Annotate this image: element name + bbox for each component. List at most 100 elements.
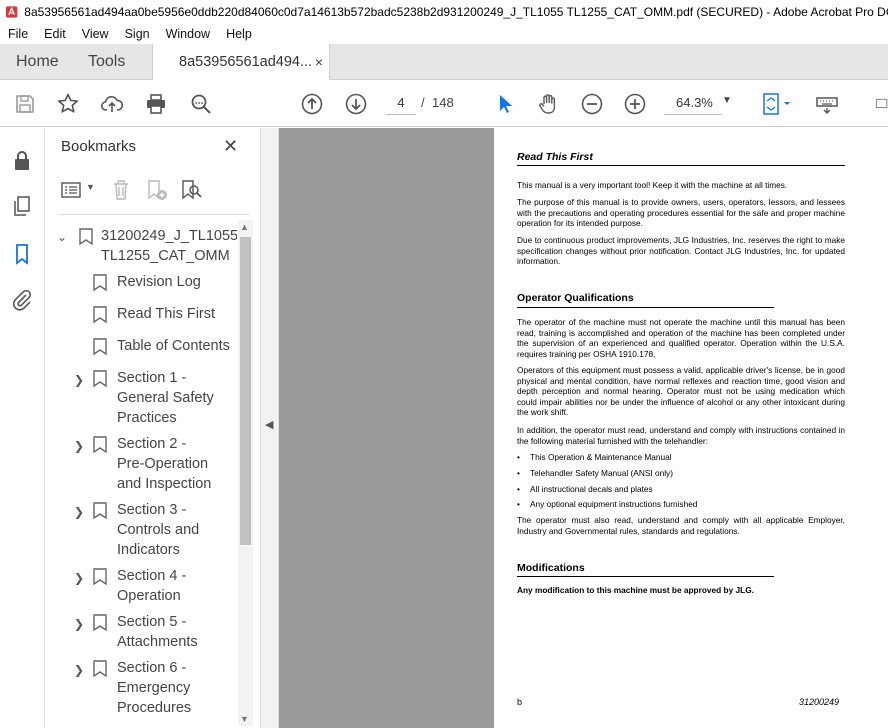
attachment-icon[interactable] [10,288,34,312]
paragraph: The operator must also read, understand … [517,515,845,536]
bookmark-icon [93,502,107,519]
bookmark-label: Read This First [117,306,216,322]
tab-tools[interactable]: Tools [88,44,125,80]
paragraph: This manual is a very important tool! Ke… [517,180,788,190]
bookmark-icon [93,614,107,631]
tab-home[interactable]: Home [16,44,59,80]
heading-rule [517,165,845,166]
next-page-icon[interactable] [343,91,369,117]
chevron-right-icon[interactable]: ❯ [74,502,84,522]
zoom-dropdown-icon[interactable]: ▼ [722,95,732,106]
bookmark-label: Section 3 - Controls and Indicators [117,502,200,558]
menu-help[interactable]: Help [218,27,260,41]
chevron-right-icon[interactable]: ❯ [74,614,84,634]
paragraph: The purpose of this manual is to provide… [517,197,845,228]
tab-document[interactable]: 8a53956561ad494... × [152,44,330,81]
keyboard-icon[interactable] [814,91,840,117]
page-total: 148 [432,95,454,110]
pages-thumbnail-icon[interactable] [10,194,34,218]
bookmark-section-2[interactable]: ❯ Section 2 - Pre-Operation and Inspecti… [45,434,237,496]
bookmark-star-icon[interactable] [55,91,81,117]
navigation-rail [0,128,45,728]
chevron-right-icon[interactable]: ❯ [74,568,84,588]
paragraph: Operators of this equipment must possess… [517,365,845,417]
zoom-level-input[interactable] [664,91,722,115]
bookmarks-toolbar: ▼ [59,176,249,204]
chevron-down-icon[interactable]: ⌄ [57,227,67,247]
heading-operator-qualifications: Operator Qualifications [517,292,634,304]
zoom-out-icon[interactable] [579,91,605,117]
paragraph: Any modification to this machine must be… [517,585,754,595]
paragraph: In addition, the operator must read, und… [517,425,845,446]
heading-rule [517,307,774,308]
zoom-search-icon[interactable] [188,91,214,117]
bookmark-section-4[interactable]: ❯ Section 4 - Operation [45,566,237,608]
bookmark-section-6[interactable]: ❯ Section 6 - Emergency Procedures [45,658,237,720]
bookmark-read-this-first[interactable]: Read This First [45,304,237,326]
bookmarks-panel-icon[interactable] [10,242,34,266]
upload-cloud-icon[interactable] [99,91,125,117]
page-number-input[interactable] [386,91,416,115]
bookmarks-panel: Bookmarks ✕ ▼ ⌄ 31200249_J_TL1055 TL1255… [45,128,260,728]
bookmark-table-of-contents[interactable]: Table of Contents [45,336,237,358]
page-footer-left: b [517,697,523,707]
window-title: 8a53956561ad494aa0be5956e0ddb220d84060c0… [24,5,888,19]
save-icon[interactable] [12,91,38,117]
menu-file[interactable]: File [0,27,36,41]
chevron-right-icon[interactable]: ❯ [74,370,84,390]
bookmark-icon [93,370,107,387]
bookmark-label: Section 5 - Attachments [117,614,198,650]
close-panel-icon[interactable]: ✕ [223,136,238,157]
bookmark-label: Revision Log [117,274,201,290]
menu-view[interactable]: View [74,27,117,41]
page-separator: / [421,95,425,110]
scrollbar-thumb[interactable] [240,237,251,545]
select-cursor-icon[interactable] [492,91,518,117]
chevron-right-icon[interactable]: ❯ [74,660,84,680]
lock-icon[interactable] [10,148,34,172]
bookmark-section-1[interactable]: ❯ Section 1 - General Safety Practices [45,368,237,430]
pdf-page: Read This First This manual is a very im… [494,128,888,728]
menu-sign[interactable]: Sign [117,27,158,41]
bookmark-icon [93,660,107,677]
bookmarks-panel-title: Bookmarks [61,138,137,155]
zoom-in-icon[interactable] [622,91,648,117]
chevron-right-icon[interactable]: ❯ [74,436,84,456]
paragraph: Due to continuous product improvements, … [517,235,845,266]
menu-window[interactable]: Window [158,27,218,41]
fit-page-icon[interactable] [757,91,797,117]
bookmark-label: Section 6 - Emergency Procedures [117,660,192,716]
bullet-item: Any optional equipment instructions furn… [517,499,697,510]
options-dropdown-icon[interactable]: ▼ [86,182,95,192]
toolbar-divider [59,214,249,215]
scroll-up-icon[interactable]: ▲ [240,222,249,232]
document-viewport[interactable]: Read This First This manual is a very im… [279,128,888,728]
bookmark-label: Table of Contents [117,338,230,354]
bookmarks-scrollbar[interactable]: ▲ ▼ [238,220,253,726]
menu-edit[interactable]: Edit [36,27,74,41]
panel-splitter[interactable]: ◀ [260,128,279,728]
delete-bookmark-icon[interactable] [111,178,131,202]
print-icon[interactable] [143,91,169,117]
heading-modifications: Modifications [517,562,585,574]
scroll-down-icon[interactable]: ▼ [240,714,249,724]
new-bookmark-icon[interactable] [145,178,169,202]
comment-icon[interactable] [874,91,888,117]
bullet-item: This Operation & Maintenance Manual [517,452,672,463]
title-bar: 8a53956561ad494aa0be5956e0ddb220d84060c0… [0,0,888,24]
bookmark-tree: ⌄ 31200249_J_TL1055 TL1255_CAT_OMM Revis… [45,218,237,728]
bookmark-label: Section 2 - Pre-Operation and Inspection [117,436,212,492]
collapse-panel-icon[interactable]: ◀ [265,418,273,431]
bookmark-icon [93,274,107,291]
close-tab-icon[interactable]: × [315,44,323,80]
hand-icon[interactable] [535,91,561,117]
options-menu-icon[interactable] [61,180,83,200]
bookmark-section-5[interactable]: ❯ Section 5 - Attachments [45,612,237,654]
bookmark-label: 31200249_J_TL1055 TL1255_CAT_OMM [101,228,237,264]
bookmark-section-3[interactable]: ❯ Section 3 - Controls and Indicators [45,500,237,562]
find-bookmark-icon[interactable] [179,178,203,202]
bookmark-root[interactable]: ⌄ 31200249_J_TL1055 TL1255_CAT_OMM [45,226,237,266]
prev-page-icon[interactable] [299,91,325,117]
heading-rule [517,576,774,577]
bookmark-revision-log[interactable]: Revision Log [45,272,237,294]
